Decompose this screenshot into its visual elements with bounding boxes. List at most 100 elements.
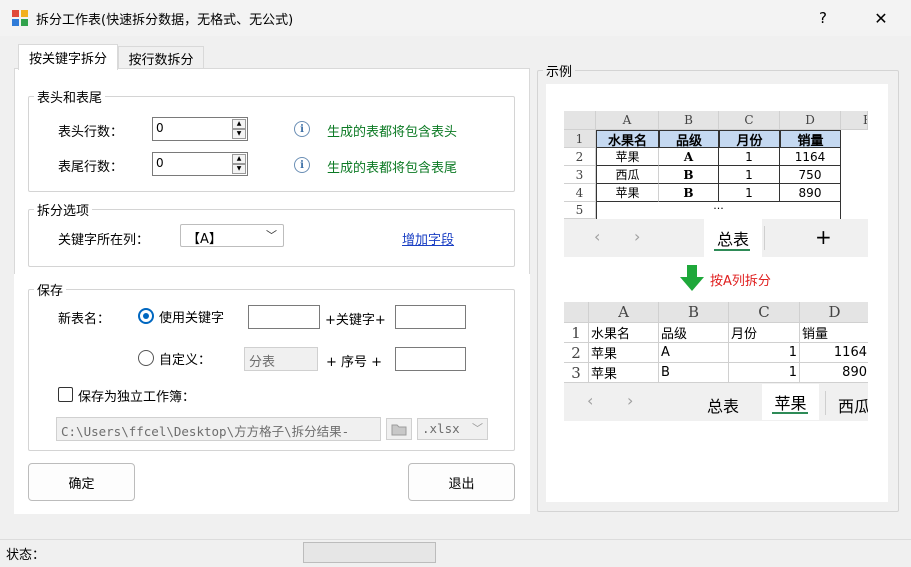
table-cell: B: [659, 166, 719, 184]
chevron-down-icon: ﹀: [472, 422, 483, 435]
key-column-value: 【A】: [187, 232, 222, 247]
col-header: C: [729, 302, 800, 323]
table-cell: 890: [800, 363, 868, 383]
col-header: B: [659, 302, 729, 323]
sheet-tab-active: 苹果: [762, 384, 819, 420]
custom-name-label[interactable]: 自定义：: [159, 349, 211, 368]
custom-name-input[interactable]: 分表: [244, 347, 318, 371]
table-cell: 苹果: [596, 184, 659, 202]
add-sheet-icon: +: [815, 225, 832, 249]
help-button[interactable]: ?: [806, 4, 840, 32]
table-cell: B: [659, 184, 719, 202]
info-icon: i: [294, 121, 310, 137]
table-cell: 1164: [780, 148, 841, 166]
example-bottom-sheet: A B C D 1 2 3 水果名 品级 月份 销量 苹果 A 1 1164 苹…: [564, 302, 868, 383]
header-rows-spinner[interactable]: 0 ▲ ▼: [152, 117, 248, 141]
header-footer-group: [28, 96, 515, 192]
header-hint: 生成的表都将包含表头: [327, 125, 458, 140]
table-cell: 750: [780, 166, 841, 184]
custom-suffix-input[interactable]: [395, 347, 466, 371]
col-header: A: [596, 111, 659, 130]
app-icon: [12, 10, 28, 26]
table-header-cell: 品级: [659, 130, 719, 148]
browse-folder-button[interactable]: [386, 418, 412, 440]
path-input[interactable]: C:\Users\ffcel\Desktop\方方格子\拆分结果-: [56, 417, 381, 441]
chevron-left-icon: ‹: [587, 391, 594, 410]
tab-by-keyword[interactable]: 按关键字拆分: [18, 44, 118, 70]
status-bar: [0, 539, 911, 567]
header-footer-group-label: 表头和表尾: [34, 87, 106, 106]
table-cell: A: [659, 343, 729, 363]
use-keyword-label[interactable]: 使用关键字: [159, 307, 224, 326]
row-header: 2: [564, 343, 589, 363]
spin-up-icon[interactable]: ▲: [232, 154, 246, 164]
row-header: 3: [564, 363, 589, 383]
footer-rows-label: 表尾行数：: [58, 160, 124, 175]
table-header-cell: 水果名: [596, 130, 659, 148]
table-cell: 1: [729, 363, 800, 383]
plus-seq-label: + 序号 +: [326, 355, 383, 370]
row-header: 1: [564, 130, 596, 148]
row-header: 4: [564, 184, 596, 202]
tab-divider: [825, 391, 826, 415]
table-header-cell: 月份: [729, 323, 800, 343]
save-workbook-label[interactable]: 保存为独立工作簿：: [78, 386, 195, 405]
header-rows-value: 0: [156, 121, 164, 135]
plus-keyword-label: +关键字+: [325, 313, 386, 328]
spin-down-icon[interactable]: ▼: [232, 129, 246, 139]
row-header: 5: [564, 202, 596, 219]
example-top-sheet: A B C D E 1 2 3 4 5 水果名 品级 月份 销量 苹果 A 1 …: [564, 111, 868, 219]
table-cell: 1: [719, 166, 780, 184]
status-label: 状态：: [6, 548, 46, 563]
name-prefix-input[interactable]: [248, 305, 320, 329]
chevron-down-icon: ﹀: [266, 229, 277, 242]
col-header: C: [719, 111, 780, 130]
table-header-cell: 月份: [719, 130, 780, 148]
row-header: 3: [564, 166, 596, 184]
chevron-left-icon: ‹: [594, 227, 601, 246]
footer-hint: 生成的表都将包含表尾: [327, 161, 458, 176]
col-header: E: [841, 111, 868, 130]
ellipsis-row: ...: [596, 202, 841, 219]
close-button[interactable]: ✕: [862, 4, 900, 32]
footer-rows-spinner[interactable]: 0 ▲ ▼: [152, 152, 248, 176]
table-cell: A: [659, 148, 719, 166]
row-header: 1: [564, 323, 589, 343]
folder-icon: [391, 424, 407, 436]
chevron-right-icon: ›: [627, 391, 634, 410]
save-workbook-checkbox[interactable]: [58, 387, 73, 402]
spin-down-icon[interactable]: ▼: [232, 164, 246, 174]
custom-name-radio[interactable]: [138, 350, 154, 366]
chevron-right-icon: ›: [634, 227, 641, 246]
name-suffix-input[interactable]: [395, 305, 466, 329]
table-cell: 1: [719, 184, 780, 202]
table-cell: B: [659, 363, 729, 383]
custom-name-placeholder: 分表: [249, 355, 276, 370]
table-cell: 西瓜: [596, 166, 659, 184]
header-rows-label: 表头行数：: [58, 125, 124, 140]
active-tab-underline: [772, 412, 808, 414]
col-header: B: [659, 111, 719, 130]
arrow-down-icon: [680, 265, 704, 291]
footer-rows-value: 0: [156, 156, 164, 170]
exit-button[interactable]: 退出: [408, 463, 515, 501]
add-field-link[interactable]: 增加字段: [402, 229, 454, 248]
extension-select[interactable]: .xlsx ﹀: [417, 418, 488, 440]
progress-bar: [303, 542, 436, 563]
corner-cell: [564, 302, 589, 323]
key-column-select[interactable]: 【A】 ﹀: [180, 224, 284, 247]
split-by-column-label: 按A列拆分: [710, 274, 771, 289]
col-header: D: [780, 111, 841, 130]
table-cell: 890: [780, 184, 841, 202]
key-column-label: 关键字所在列：: [58, 233, 150, 248]
new-name-label: 新表名：: [58, 312, 111, 327]
table-cell: 苹果: [589, 363, 659, 383]
tab-by-rows[interactable]: 按行数拆分: [118, 46, 204, 70]
table-header-cell: 销量: [800, 323, 868, 343]
spin-up-icon[interactable]: ▲: [232, 119, 246, 129]
table-cell: 1164: [800, 343, 868, 363]
row-header: 2: [564, 148, 596, 166]
table-header-cell: 品级: [659, 323, 729, 343]
ok-button[interactable]: 确定: [28, 463, 135, 501]
use-keyword-radio[interactable]: [138, 308, 154, 324]
